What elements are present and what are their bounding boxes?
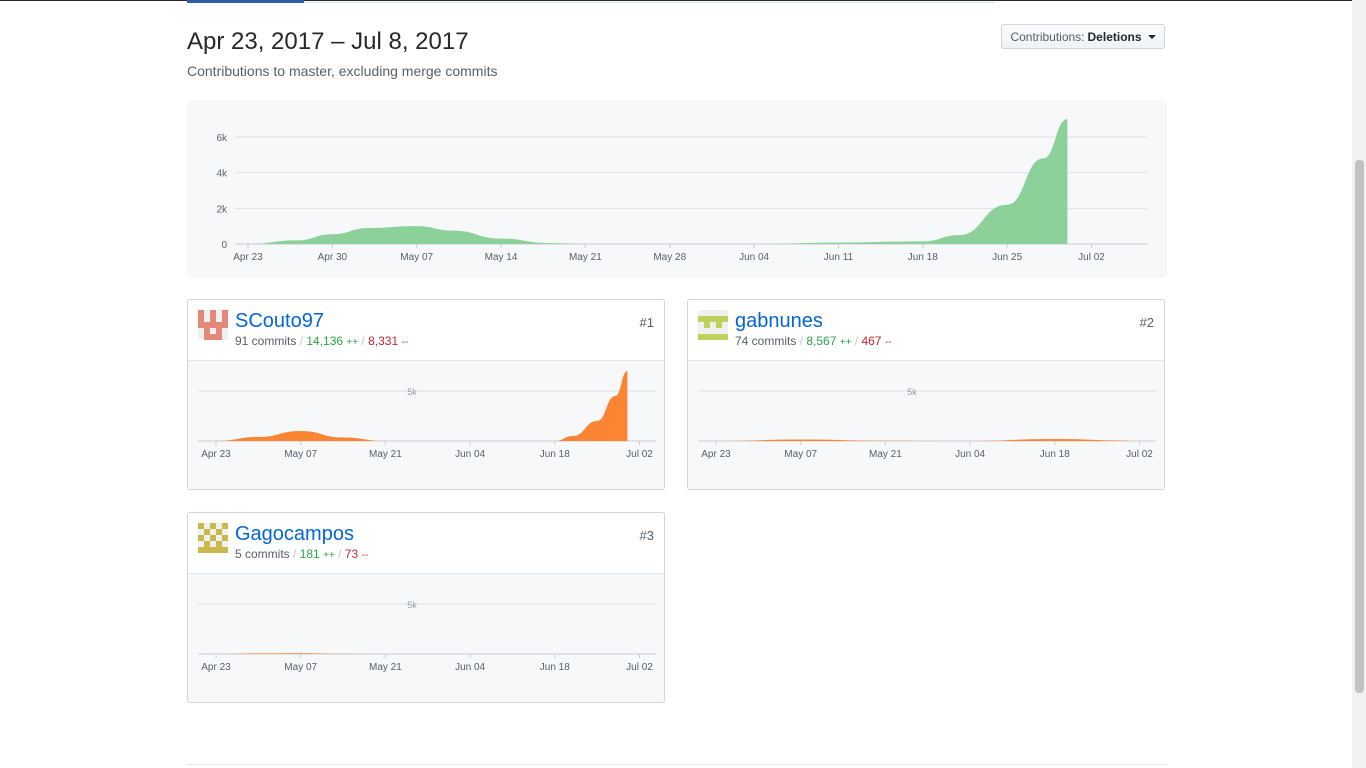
y-tick-label: 4k — [216, 169, 228, 180]
avatar[interactable] — [698, 310, 728, 340]
contributor-card-header: gabnunes 74 commits / 8,567 ++ / 467 -- … — [688, 300, 1164, 361]
additions-count: 181 ++ — [299, 547, 335, 561]
x-tick-label: Apr 30 — [318, 252, 348, 263]
additions-count: 14,136 ++ — [306, 334, 359, 348]
x-tick-label: Jul 02 — [626, 449, 653, 460]
additions-count: 8,567 ++ — [806, 334, 852, 348]
x-tick-label: May 21 — [869, 449, 902, 460]
avatar[interactable] — [198, 523, 228, 553]
x-tick-label: Apr 23 — [233, 252, 263, 263]
contributor-rank: #1 — [639, 315, 654, 330]
contributor-stats: 91 commits / 14,136 ++ / 8,331 -- — [235, 334, 409, 348]
x-tick-label: May 14 — [485, 252, 518, 263]
x-tick-label: Jun 04 — [455, 662, 485, 673]
main-chart-svg: 0 2k 4k 6k Apr 23 Apr 30 May 07 May 14 May 21 May… — [216, 119, 1147, 263]
contributor-username[interactable]: gabnunes — [735, 310, 823, 333]
x-tick-label: Jun 18 — [908, 252, 938, 263]
commit-count[interactable]: 5 commits — [235, 547, 290, 561]
x-tick-label: Jun 18 — [540, 662, 570, 673]
x-tick-label: Jun 18 — [1040, 449, 1070, 460]
y-tick-label: 5k — [407, 387, 417, 397]
x-tick-label: Jul 02 — [1078, 252, 1105, 263]
contributor-card: SCouto97 91 commits / 14,136 ++ / 8,331 … — [187, 299, 665, 490]
x-tick-label: May 21 — [369, 662, 402, 673]
y-tick-label: 5k — [907, 387, 917, 397]
x-tick-label: Apr 23 — [201, 662, 231, 673]
contributor-username[interactable]: Gagocampos — [235, 523, 354, 546]
contributor-chart: 5k Apr 23 May 07 May 21 Jun 04 Jun 18 Jul 02 — [688, 361, 1164, 489]
x-tick-label: Jun 11 — [824, 252, 854, 263]
deletions-count: 8,331 -- — [368, 334, 409, 348]
x-tick-label: Jun 18 — [540, 449, 570, 460]
deletions-count: 73 -- — [344, 547, 369, 561]
deletions-count: 467 -- — [861, 334, 892, 348]
select-value-label: Deletions — [1087, 29, 1142, 44]
caret-down-icon — [1147, 34, 1156, 39]
contributor-chart-svg: 5k Apr 23 May 07 May 21 Jun 04 Jun 18 Jul 02 — [198, 600, 656, 673]
contributor-rank: #2 — [1139, 315, 1154, 330]
x-tick-label: May 21 — [569, 252, 602, 263]
x-tick-label: Jun 25 — [992, 252, 1022, 263]
select-prefix-label: Contributions: — [1010, 29, 1085, 44]
page-title: Apr 23, 2017 – Jul 8, 2017 — [187, 28, 469, 55]
contributor-stats: 5 commits / 181 ++ / 73 -- — [235, 547, 369, 561]
contributor-username[interactable]: SCouto97 — [235, 310, 324, 333]
avatar[interactable] — [198, 310, 228, 340]
x-tick-label: Jul 02 — [1126, 449, 1153, 460]
contributor-card-header: Gagocampos 5 commits / 181 ++ / 73 -- #3 — [188, 513, 664, 574]
contributor-chart: 5k Apr 23 May 07 May 21 Jun 04 Jun 18 Jul 02 — [188, 574, 664, 702]
x-tick-label: Jun 04 — [955, 449, 985, 460]
y-tick-label: 5k — [407, 600, 417, 610]
contribution-area — [248, 119, 1068, 244]
y-tick-label: 0 — [221, 240, 227, 251]
x-tick-label: May 07 — [284, 662, 317, 673]
contributor-chart: 5k Apr 23 May 07 May 21 Jun 04 Jun 18 Jul 02 — [188, 361, 664, 489]
tab-divider — [304, 2, 996, 3]
y-tick-label: 6k — [216, 133, 228, 144]
scrollbar-thumb[interactable] — [1355, 160, 1364, 693]
x-tick-label: Apr 23 — [201, 449, 231, 460]
contributor-chart-svg: 5k Apr 23 May 07 May 21 Jun 04 Jun 18 Jul 02 — [698, 387, 1156, 460]
y-tick-label: 2k — [216, 204, 228, 215]
page-subtitle: Contributions to master, excluding merge… — [187, 63, 498, 79]
contribution-area — [216, 371, 628, 441]
commit-count[interactable]: 74 commits — [735, 334, 796, 348]
contributor-card: Gagocampos 5 commits / 181 ++ / 73 -- #3… — [187, 512, 665, 703]
contributor-stats: 74 commits / 8,567 ++ / 467 -- — [735, 334, 892, 348]
commit-count[interactable]: 91 commits — [235, 334, 296, 348]
section-divider — [187, 764, 1167, 765]
contributor-card-header: SCouto97 91 commits / 14,136 ++ / 8,331 … — [188, 300, 664, 361]
x-tick-label: Jul 02 — [626, 662, 653, 673]
contributor-card: gabnunes 74 commits / 8,567 ++ / 467 -- … — [687, 299, 1165, 490]
contributor-chart-svg: 5k Apr 23 May 07 May 21 Jun 04 Jun 18 Jul 02 — [198, 371, 656, 460]
x-tick-label: May 21 — [369, 449, 402, 460]
x-tick-label: May 07 — [400, 252, 433, 263]
x-tick-label: Jun 04 — [455, 449, 485, 460]
main-contributions-chart: 0 2k 4k 6k Apr 23 Apr 30 May 07 May 14 May 21 May… — [187, 100, 1167, 278]
x-tick-label: Apr 23 — [701, 449, 731, 460]
x-tick-label: May 07 — [284, 449, 317, 460]
contributions-select-button[interactable]: Contributions: Deletions — [1001, 24, 1165, 49]
x-tick-label: Jun 04 — [739, 252, 769, 263]
selected-tab-indicator — [187, 0, 304, 3]
contributor-rank: #3 — [639, 528, 654, 543]
x-tick-label: May 07 — [784, 449, 817, 460]
x-tick-label: May 28 — [653, 252, 686, 263]
